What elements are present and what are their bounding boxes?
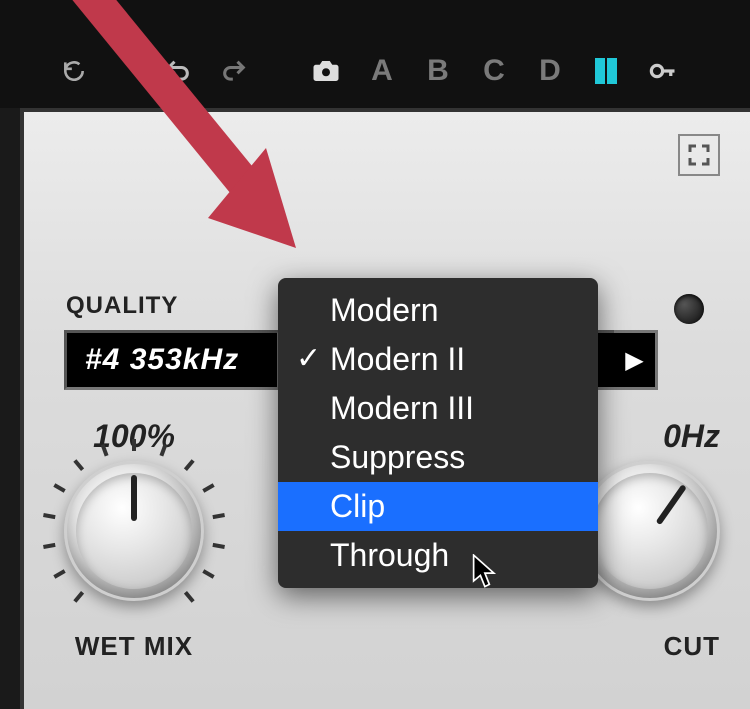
camera-icon[interactable]: [302, 52, 350, 90]
ab-compare-button[interactable]: [582, 52, 630, 90]
expand-icon[interactable]: [678, 134, 720, 176]
mode-option-suppress[interactable]: Suppress: [278, 433, 598, 482]
cut-label: CUT: [664, 631, 720, 662]
mode-dropdown-menu: ModernModern IIModern IIISuppressClipThr…: [278, 278, 598, 588]
mode-option-modern-iii[interactable]: Modern III: [278, 384, 598, 433]
plugin-toolbar: A B C D: [0, 0, 750, 108]
mode-option-through[interactable]: Through: [278, 531, 598, 580]
cut-value: 0Hz: [663, 418, 720, 455]
quality-label: QUALITY: [66, 292, 178, 320]
snapshot-b-button[interactable]: B: [414, 52, 462, 90]
cut-group: 0Hz CUT: [580, 418, 720, 662]
redo-icon[interactable]: [210, 52, 258, 90]
quality-display[interactable]: #4 353kHz: [64, 330, 280, 390]
mode-option-clip[interactable]: Clip: [278, 482, 598, 531]
wet-mix-group: 100% WET MIX: [64, 418, 204, 662]
wet-mix-label: WET MIX: [75, 631, 193, 662]
snapshot-c-button[interactable]: C: [470, 52, 518, 90]
panel-screw: [674, 294, 704, 324]
lock-icon[interactable]: [638, 52, 686, 90]
mode-next-button[interactable]: ▶: [614, 330, 658, 390]
wet-mix-value: 100%: [93, 418, 175, 455]
wet-mix-knob[interactable]: [64, 461, 204, 601]
mode-option-modern-ii[interactable]: Modern II: [278, 335, 598, 384]
mode-option-modern[interactable]: Modern: [278, 286, 598, 335]
snapshot-a-button[interactable]: A: [358, 52, 406, 90]
undo-icon[interactable]: [154, 52, 202, 90]
snapshot-d-button[interactable]: D: [526, 52, 574, 90]
reset-icon[interactable]: [50, 52, 98, 90]
cut-knob[interactable]: [580, 461, 720, 601]
